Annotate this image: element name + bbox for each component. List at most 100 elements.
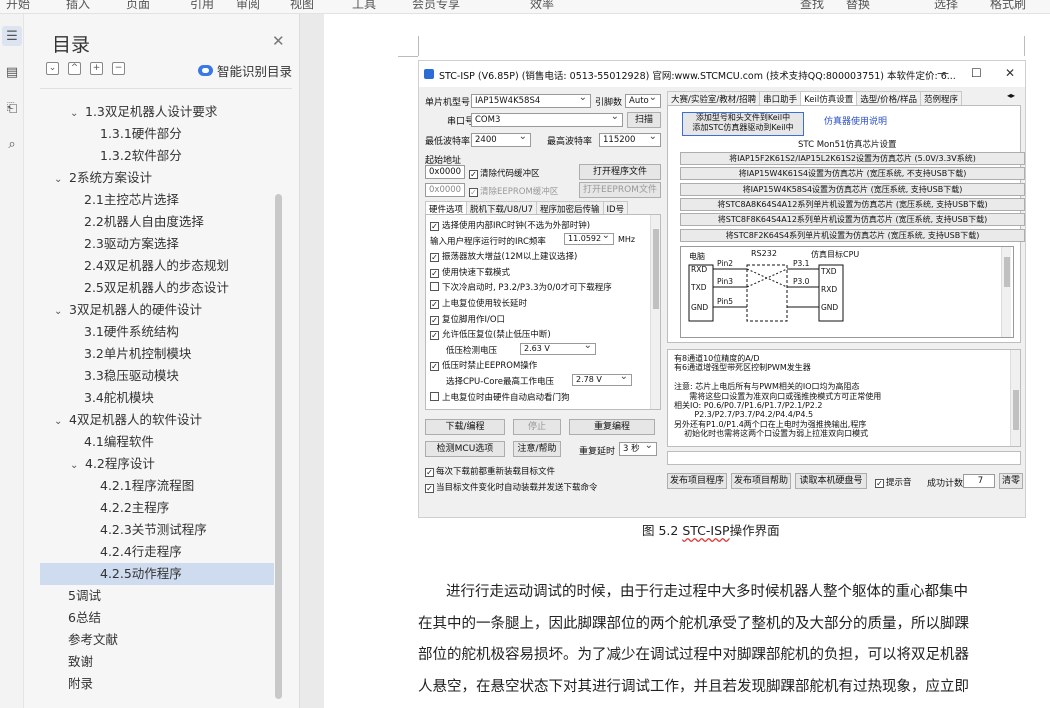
toc-item[interactable]: 2.4双足机器人的步态规划: [40, 255, 274, 277]
toc-item[interactable]: 5调试: [40, 585, 274, 607]
expand-up-button[interactable]: ^: [68, 62, 81, 75]
tab-contest: 大赛/实验室/教材/招聘: [667, 91, 761, 106]
toc-item[interactable]: 4.2.2主程序: [40, 497, 274, 519]
stc-isp-figure: STC-ISP (V6.85P) (销售电话: 0513-55012928) 官…: [418, 60, 1026, 518]
toc-item[interactable]: 致谢: [40, 651, 274, 673]
diagram-p30: P3.0: [793, 277, 810, 286]
diagram-gnd-right: GND: [821, 303, 839, 312]
search-icon[interactable]: ⌕: [2, 134, 22, 154]
toolbar-item[interactable]: 格式刷: [990, 0, 1026, 12]
toc-item[interactable]: ⌄ 2系统方案设计: [40, 167, 274, 189]
toc-item-label: 5调试: [68, 588, 101, 603]
keil-help-link: 仿真器使用说明: [824, 117, 888, 127]
add-heading-button[interactable]: +: [90, 62, 103, 75]
toc-item[interactable]: ⌄ 4双足机器人的软件设计: [40, 409, 274, 431]
toc-item-label: 1.3.1硬件部分: [100, 126, 182, 141]
toc-item[interactable]: ⌄ 4.2程序设计: [40, 453, 274, 475]
outline-icon[interactable]: ▤: [2, 62, 22, 82]
document-page: STC-ISP (V6.85P) (销售电话: 0513-55012928) 官…: [324, 14, 1050, 708]
chevron-down-icon[interactable]: ⌄: [54, 169, 66, 191]
success-count: 7: [963, 474, 995, 488]
option-row: ✓ 使用快速下载模式: [430, 266, 510, 278]
toc-item[interactable]: 3.1硬件系统结构: [40, 321, 274, 343]
toc-item[interactable]: 3.4舵机模块: [40, 387, 274, 409]
toc-item[interactable]: 2.3驱动方案选择: [40, 233, 274, 255]
toc-item-label: 2.1主控芯片选择: [84, 192, 179, 207]
diagram-p31: P3.1: [793, 259, 810, 268]
toc-item[interactable]: 1.3.1硬件部分: [40, 123, 274, 145]
toc-item[interactable]: 4.1编程软件: [40, 431, 274, 453]
info-line: 有8通道10位精度的A/D: [674, 354, 760, 363]
toc-item[interactable]: 3.2单片机控制模块: [40, 343, 274, 365]
remove-heading-button[interactable]: −: [112, 62, 125, 75]
chevron-down-icon[interactable]: ⌄: [70, 103, 82, 125]
toc-item-label: 2.2机器人自由度选择: [84, 214, 204, 229]
info-line: P2.3/P2.7/P3.7/P4.2/P4.4/P4.5: [674, 410, 814, 420]
chevron-down-icon[interactable]: ⌄: [54, 411, 66, 433]
pins-label: 引脚数: [595, 98, 623, 108]
pins-select: Auto: [625, 94, 661, 108]
toolbar-item[interactable]: 开始: [6, 0, 30, 12]
info-line: 注意: 芯片上电后所有与PWM相关的IO口均为高阻态: [674, 382, 860, 392]
toc-item[interactable]: 参考文献: [40, 629, 274, 651]
toc-item[interactable]: 6总结: [40, 607, 274, 629]
toc-item[interactable]: 2.1主控芯片选择: [40, 189, 274, 211]
left-icon-rail: ☰ ▤ ⎗ ⌕: [0, 14, 24, 708]
bookmark-icon[interactable]: ⎗: [2, 98, 22, 118]
option-row: ✓ 选择使用内部IRC时钟(不选为外部时钟): [430, 219, 590, 231]
toc-item[interactable]: 2.2机器人自由度选择: [40, 211, 274, 233]
toolbar-item[interactable]: 视图: [290, 0, 314, 12]
close-icon[interactable]: ✕: [272, 32, 285, 50]
toc-item[interactable]: 2.5双足机器人的步态设计: [40, 277, 274, 299]
option-row: ✓ 振荡器放大增益(12M以上建议选择): [430, 250, 577, 263]
beep-check: ✓ 提示音: [875, 478, 912, 488]
paragraph-line: 进行行走运动调试的时候，由于行走过程中大多时候机器人整个躯体的重心都集中: [446, 584, 968, 600]
diagram-target: 仿真目标CPU: [811, 250, 860, 259]
toolbar-item[interactable]: 会员专享: [412, 0, 460, 12]
option-label: 允许低压复位(禁止低压中断): [442, 330, 551, 341]
chevron-down-icon[interactable]: ⌄: [70, 455, 82, 477]
checkbox: ✓: [430, 222, 439, 231]
option-row: ✓ 上电复位使用较长延时: [430, 297, 527, 309]
toolbar-item[interactable]: 查找: [800, 0, 824, 12]
margin-mark: [1024, 36, 1025, 56]
toc-tools: ⌄ ^ + −: [46, 62, 125, 75]
toolbar-item[interactable]: 选择: [934, 0, 958, 12]
toc-item[interactable]: ⌄ 1.3双足机器人设计要求: [40, 101, 274, 123]
toc-item[interactable]: 3.3稳压驱动模块: [40, 365, 274, 387]
caption-underlined: STC-ISP: [682, 523, 730, 538]
toc-item[interactable]: 附录: [40, 673, 274, 695]
ai-recognize-toc-button[interactable]: 智能识别目录: [198, 61, 292, 80]
toolbar-item[interactable]: 效率: [530, 0, 554, 12]
toolbar-item[interactable]: 审阅: [236, 0, 260, 12]
chevron-down-icon[interactable]: ⌄: [54, 301, 66, 323]
toolbar-item[interactable]: 页面: [126, 0, 150, 12]
irc-frequency-select: 11.0592: [564, 233, 614, 245]
paragraph-line: 人悬空，在悬空状态下对其进行调试工作，并且若发现脚踝部舵机有过热现象，应立即: [418, 679, 969, 695]
diagram-pc: 电脑: [689, 252, 705, 261]
info-scrollbar: [1010, 350, 1020, 446]
collapse-all-button[interactable]: ⌄: [46, 62, 59, 75]
ai-recognize-label: 智能识别目录: [217, 64, 293, 79]
toc-item[interactable]: 4.2.4行走程序: [40, 541, 274, 563]
toolbar-item[interactable]: 插入: [66, 0, 90, 12]
toc-item[interactable]: 4.2.5动作程序: [40, 563, 274, 585]
toc-item[interactable]: 1.3.2软件部分: [40, 145, 274, 167]
toolbar-item[interactable]: 引用: [190, 0, 214, 12]
toolbar-item[interactable]: 替换: [846, 0, 870, 12]
toc-item-label: 参考文献: [68, 632, 119, 647]
maximize-icon: ☐: [971, 66, 982, 80]
toc-item[interactable]: 4.2.3关节测试程序: [40, 519, 274, 541]
emulator-chip-button: 将STC8F8K64S4A12系列单片机设置为仿真芯片 (宽压系统, 支持USB…: [680, 213, 1025, 227]
toc-item-label: 致谢: [68, 654, 94, 669]
option-label: 输入用户程序运行时的IRC频率: [430, 236, 546, 247]
toc-list: ⌄ 1.3双足机器人设计要求 1.3.1硬件部分 1.3.2软件部分 ⌄ 2系统方案设计 2…: [40, 88, 292, 708]
toolbar-item[interactable]: 工具: [352, 0, 376, 12]
diagram-rxd-right: RXD: [821, 285, 838, 294]
toc-item[interactable]: ⌄ 3双足机器人的硬件设计: [40, 299, 274, 321]
toc-list-icon[interactable]: ☰: [2, 26, 22, 46]
clear-eeprom-check: ✓ 清除EEPROM缓冲区: [469, 187, 559, 197]
info-line: 有6通道增强型带死区控制PWM发生器: [674, 363, 811, 373]
toc-scrollbar[interactable]: [275, 194, 282, 699]
toc-item[interactable]: 4.2.1程序流程图: [40, 475, 274, 497]
